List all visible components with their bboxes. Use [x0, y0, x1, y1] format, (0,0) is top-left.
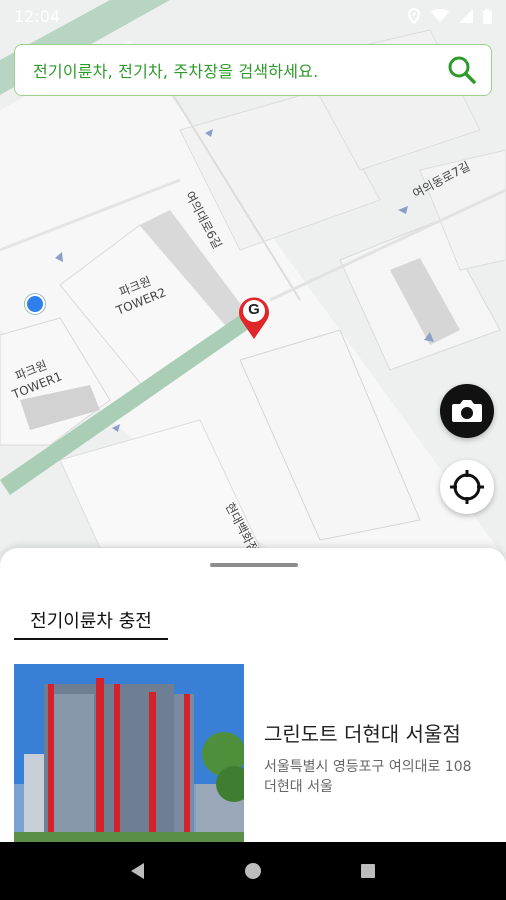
crosshair-icon	[450, 470, 484, 504]
signal-icon	[459, 9, 473, 23]
tab-ev-bike-charging[interactable]: 전기이륜차 충전	[14, 602, 168, 640]
back-icon[interactable]	[128, 861, 148, 881]
home-icon[interactable]	[243, 861, 263, 881]
bottom-sheet[interactable]: 전기이륜차 충전 그린도트 더현대 서울점 서울특별시 영등포구 여의대로 10…	[0, 548, 506, 848]
drag-handle[interactable]	[210, 563, 298, 567]
station-card[interactable]: 그린도트 더현대 서울점 서울특별시 영등포구 여의대로 108 더현대 서울	[14, 664, 494, 844]
search-icon[interactable]	[447, 55, 477, 85]
status-time: 12:04	[14, 6, 61, 26]
station-name[interactable]: 그린도트 더현대 서울점	[264, 718, 494, 747]
location-status-icon	[407, 8, 421, 24]
my-location-button[interactable]	[440, 460, 494, 514]
charging-station-marker[interactable]: G	[236, 294, 272, 340]
camera-icon	[452, 400, 482, 422]
wifi-icon	[431, 9, 449, 22]
status-bar: 12:04	[0, 0, 506, 32]
camera-button[interactable]	[440, 384, 494, 438]
battery-icon	[483, 8, 492, 24]
station-photo	[14, 664, 244, 844]
search-input[interactable]: 전기이륜차, 전기차, 주차장을 검색하세요.	[33, 58, 447, 82]
search-bar[interactable]: 전기이륜차, 전기차, 주차장을 검색하세요.	[14, 44, 492, 96]
station-info: 그린도트 더현대 서울점 서울특별시 영등포구 여의대로 108 더현대 서울	[244, 664, 494, 844]
recents-icon[interactable]	[358, 861, 378, 881]
marker-letter: G	[248, 301, 260, 318]
station-address: 서울특별시 영등포구 여의대로 108 더현대 서울	[264, 759, 472, 795]
current-location-dot	[25, 294, 45, 314]
system-nav-bar	[0, 842, 506, 900]
